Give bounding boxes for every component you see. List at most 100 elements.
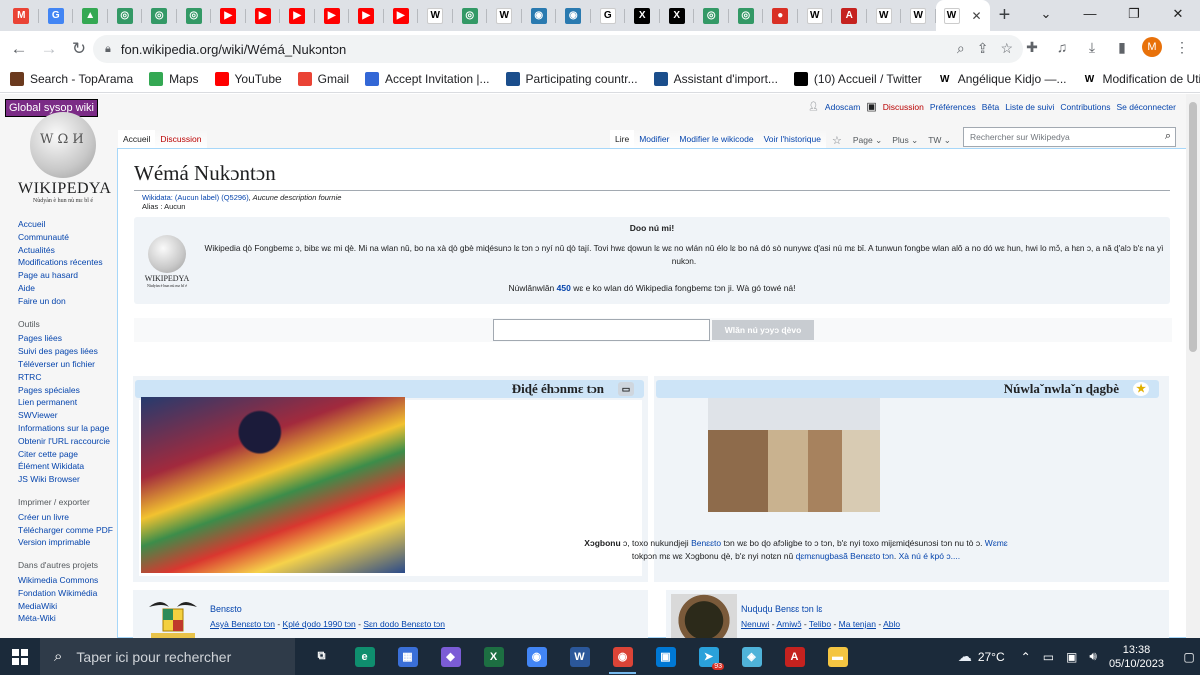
bookmark-star-icon[interactable]: ☆ — [1000, 40, 1013, 57]
sidebar-link[interactable]: Fondation Wikimédia — [18, 587, 118, 600]
browser-tab[interactable]: ◎ — [453, 0, 488, 31]
benin-link-3[interactable]: Sɛn dodo Benɛɛto tɔn — [363, 619, 445, 629]
user-discussion-link[interactable]: Discussion — [883, 102, 924, 112]
media-control-icon[interactable]: ♫ — [1052, 35, 1072, 59]
taskbar-app[interactable]: W — [558, 638, 601, 675]
bookmark-item[interactable]: W Modification de Util... — [1082, 72, 1200, 86]
read-more-link[interactable]: Xà nú é kpó ɔ.... — [899, 551, 960, 561]
browser-tab[interactable]: A — [832, 0, 867, 31]
taskbar-app[interactable]: ◉ — [515, 638, 558, 675]
preferences-link[interactable]: Préférences — [930, 102, 976, 112]
taskbar-app[interactable]: ⧉ — [300, 638, 343, 675]
sidebar-link[interactable]: Pages liées — [18, 332, 118, 345]
cuisine-link-1[interactable]: Nenuwi — [741, 619, 769, 629]
cuisine-link-5[interactable]: Ablo — [883, 619, 900, 629]
browser-tab[interactable]: ◎ — [694, 0, 729, 31]
address-bar[interactable]: 🔒︎ fon.wikipedia.org/wiki/Wémá_Nukɔntɔn … — [93, 35, 1023, 63]
article-count-link[interactable]: 450 — [557, 283, 571, 293]
browser-tab[interactable]: ◉ — [522, 0, 557, 31]
contributions-link[interactable]: Contributions — [1060, 102, 1110, 112]
dancers-image[interactable] — [141, 397, 405, 573]
taskbar-app[interactable]: ◆ — [429, 638, 472, 675]
sidebar-link[interactable]: Créer un livre — [18, 511, 118, 524]
extensions-icon[interactable]: ✚ — [1022, 35, 1042, 59]
sidebar-link[interactable]: Modifications récentes — [18, 256, 118, 269]
taskbar-search[interactable]: ⌕ Taper ici pour rechercher — [40, 638, 295, 675]
profile-avatar[interactable]: M — [1142, 37, 1162, 57]
taskbar-app[interactable]: ◉ — [601, 638, 644, 675]
sidebar-link[interactable]: Faire un don — [18, 295, 118, 308]
cuisine-image[interactable] — [671, 594, 737, 638]
logout-link[interactable]: Se déconnecter — [1116, 102, 1176, 112]
browser-tab[interactable]: ◎ — [108, 0, 143, 31]
url-text[interactable]: fon.wikipedia.org/wiki/Wémá_Nukɔntɔn — [121, 42, 346, 57]
bookmark-item[interactable]: W Angélique Kidjo —... — [937, 72, 1066, 86]
menu-kebab-icon[interactable]: ⋮ — [1172, 35, 1192, 59]
link-republic[interactable]: ɖɛmɛnugbasã Benɛɛto tɔn — [796, 551, 894, 561]
sidebar-link[interactable]: Obtenir l'URL raccourcie — [18, 435, 118, 448]
browser-tab[interactable]: M — [4, 0, 39, 31]
wikidata-link[interactable]: Wikidata: (Aucun label) (Q5296) — [142, 193, 249, 202]
side-panel-icon[interactable]: ▮ — [1112, 35, 1132, 59]
search-icon[interactable]: ⌕ — [1165, 130, 1171, 143]
sidebar-link[interactable]: Aide — [18, 282, 118, 295]
taskbar-app[interactable]: ➤ 93 — [687, 638, 730, 675]
taskbar-app[interactable]: X — [472, 638, 515, 675]
weather-widget[interactable]: ☁ 27°C — [958, 648, 1005, 665]
sidebar-link[interactable]: Wikimedia Commons — [18, 574, 118, 587]
sidebar-link[interactable]: RTRC — [18, 371, 118, 384]
browser-tab[interactable]: X — [625, 0, 660, 31]
browser-tab[interactable]: W — [487, 0, 522, 31]
sidebar-link[interactable]: Communauté — [18, 231, 118, 244]
beta-link[interactable]: Bêta — [982, 102, 1000, 112]
sidebar-link[interactable]: Élément Wikidata — [18, 460, 118, 473]
scroll-thumb[interactable] — [1189, 102, 1197, 352]
network-icon[interactable]: ▣ — [1066, 650, 1077, 664]
benin-link-2[interactable]: Kplé ɖodo 1990 tɔn — [283, 619, 356, 629]
taskbar-app[interactable]: e — [343, 638, 386, 675]
bookmark-item[interactable]: Accept Invitation |... — [365, 72, 490, 86]
sidebar-link[interactable]: Version imprimable — [18, 536, 118, 549]
taskbar-app[interactable]: ◈ — [730, 638, 773, 675]
sidebar-link[interactable]: Informations sur la page — [18, 422, 118, 435]
browser-tab[interactable]: G — [39, 0, 74, 31]
bookmark-item[interactable]: Search - TopArama — [10, 72, 133, 86]
sidebar-link[interactable]: Suivi des pages liées — [18, 345, 118, 358]
cuisine-title-link[interactable]: Nuɖuɖu Benɛɛ tɔn lɛ — [741, 604, 822, 614]
cuisine-link-3[interactable]: Telibo — [809, 619, 831, 629]
taskbar-app[interactable]: ▦ — [386, 638, 429, 675]
download-icon[interactable]: ⤓ — [1082, 35, 1102, 59]
browser-tab[interactable]: ◉ — [556, 0, 591, 31]
sidebar-link[interactable]: Accueil — [18, 218, 118, 231]
taskbar-app[interactable]: ▣ — [644, 638, 687, 675]
link-benin[interactable]: Benɛɛto — [691, 538, 721, 548]
sidebar-link[interactable]: JS Wiki Browser — [18, 473, 118, 486]
browser-tab[interactable]: ▶ — [384, 0, 419, 31]
volume-icon[interactable]: 🔊︎ — [1089, 649, 1097, 664]
camera-icon[interactable]: ▭ — [1043, 650, 1054, 664]
forward-button[interactable]: → — [34, 34, 64, 64]
cuisine-link-2[interactable]: Amiwɔ̌ — [776, 619, 801, 629]
sidebar-link[interactable]: SWViewer — [18, 409, 118, 422]
page-scrollbar[interactable] — [1186, 94, 1200, 638]
bookmark-item[interactable]: Maps — [149, 72, 199, 86]
sidebar-link[interactable]: Méta-Wiki — [18, 612, 118, 625]
wikipedia-logo[interactable]: WIKIPEDYA Nùdyàn è hun nù mɛ bǐ é — [18, 112, 111, 204]
start-button[interactable] — [0, 638, 40, 675]
sidebar-link[interactable]: Pages spéciales — [18, 384, 118, 397]
browser-tab[interactable]: ▶ — [349, 0, 384, 31]
sidebar-link[interactable]: Téléverser un fichier — [18, 358, 118, 371]
browser-tab[interactable]: ◎ — [177, 0, 212, 31]
cuisine-link-4[interactable]: Ma tenjan — [839, 619, 876, 629]
sidebar-link[interactable]: Télécharger comme PDF — [18, 524, 118, 537]
close-window-button[interactable]: ✕ — [1156, 0, 1200, 27]
browser-tab[interactable]: ● — [763, 0, 798, 31]
watchlist-link[interactable]: Liste de suivi — [1005, 102, 1054, 112]
maximize-button[interactable]: ❐ — [1112, 0, 1156, 27]
sidebar-link[interactable]: MediaWiki — [18, 600, 118, 613]
wiki-search-input[interactable]: Rechercher sur Wikipedya ⌕ — [963, 127, 1176, 147]
notification-icon[interactable]: ▢ — [1178, 650, 1200, 664]
browser-tab[interactable]: ▲ — [73, 0, 108, 31]
sidebar-link[interactable]: Citer cette page — [18, 448, 118, 461]
create-article-button[interactable]: Wlǎn nú yɔyɔ ɖèvo — [712, 320, 814, 340]
